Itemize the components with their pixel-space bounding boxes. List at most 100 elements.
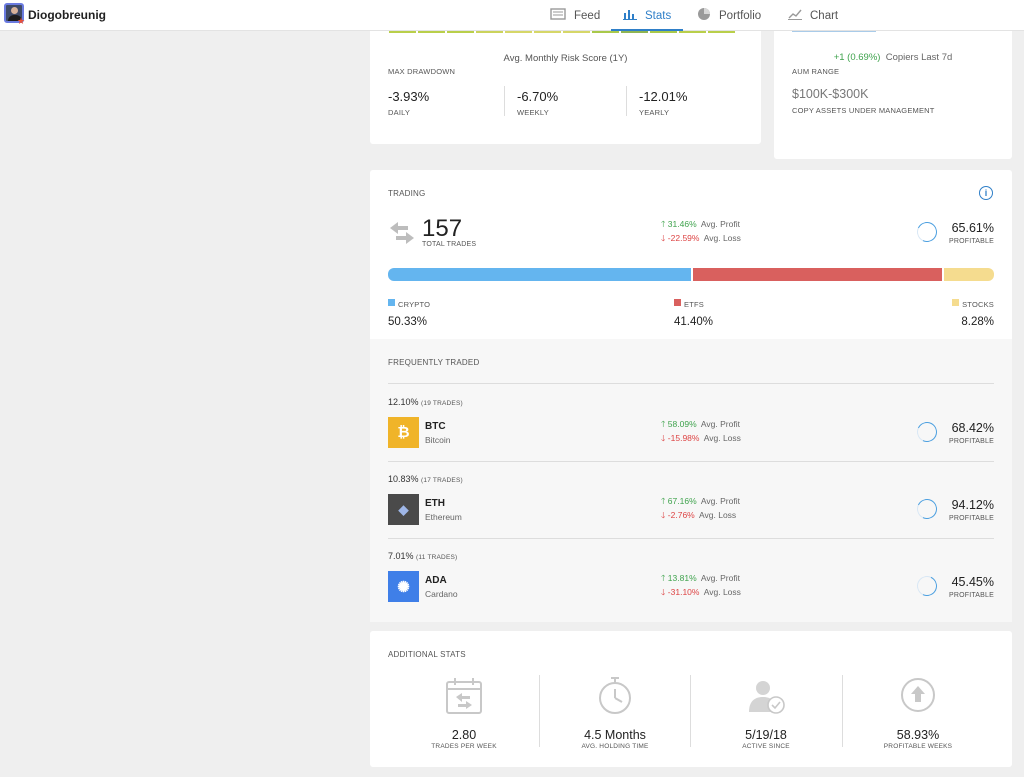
user-check-icon [691,676,841,721]
arrow-up-icon: 🡑 [661,219,666,229]
tab-portfolio-label: Portfolio [719,9,762,22]
divider [504,86,505,116]
frequently-traded-title: FREQUENTLY TRADED [388,358,480,367]
arrow-up-circle-icon [843,676,993,721]
tab-chart[interactable]: Chart [788,0,838,31]
breakdown-segment-etfs [692,268,942,281]
breakdown-segment-stocks [943,268,995,281]
chart-icon [788,8,802,23]
drawdown-weekly-value: -6.70% [517,89,559,104]
total-trades-value: 157 [422,215,463,242]
profitable-label: PROFITABLE [948,238,994,245]
top-bar: ★ Diogobreunig Feed Stats Portfolio Char… [0,0,1024,31]
username[interactable]: Diogobreunig [28,8,106,22]
risk-card [370,20,761,144]
copiers-change: +1 (0.69%) [833,52,881,63]
drawdown-daily-label: DAILY [388,108,411,117]
avg-loss-line: 🡓 -31.10% Avg. Loss [661,587,741,597]
list-item-share: 7.01% (11 TRADES) [388,551,458,561]
etfs-legend: ETFS 41.40% [674,294,713,328]
star-icon: ★ [17,16,26,26]
crypto-value: 50.33% [388,316,428,328]
avg-profit-line: 🡑 67.16% Avg. Profit [661,496,740,506]
stocks-legend-swatch [952,299,960,307]
stat-label: ACTIVE SINCE [742,743,790,750]
aum-caption: COPY ASSETS UNDER MANAGEMENT [792,106,935,115]
list-item-share: 10.83% (17 TRADES) [388,474,463,484]
asset-name: Cardano [425,589,458,599]
swap-arrows-icon [388,219,416,252]
ethereum-icon: ◆ [388,494,419,525]
stocks-legend-label: STOCKS [962,300,994,309]
divider [388,461,994,462]
feed-icon [550,8,566,23]
crypto-legend-label: CRYPTO [398,300,431,309]
profitable-label: PROFITABLE [948,592,994,599]
tab-feed[interactable]: Feed [550,0,600,31]
breakdown-segment-crypto [388,268,691,281]
avg-loss-value: -22.59% [667,233,700,243]
crypto-legend: CRYPTO 50.33% [388,294,430,328]
stat-active-since: 5/19/18 ACTIVE SINCE [691,676,841,750]
etfs-legend-label: ETFS [684,300,704,309]
etfs-value: 41.40% [674,316,714,328]
aum-value: $100K-$300K [792,87,869,101]
crypto-legend-swatch [388,299,395,307]
divider [388,383,994,384]
stat-value: 58.93% [896,728,940,742]
list-item-share: 12.10% (19 TRADES) [388,397,463,407]
tab-stats-label: Stats [645,9,672,22]
profitable-value: 68.42% [951,421,994,435]
info-icon[interactable]: i [979,186,993,200]
drawdown-daily-value: -3.93% [388,89,430,104]
stocks-legend: STOCKS 8.28% [930,294,994,328]
tab-stats[interactable]: Stats [610,0,684,31]
tab-portfolio[interactable]: Portfolio [697,0,761,31]
stocks-value: 8.28% [961,316,994,328]
max-drawdown-label: MAX DRAWDOWN [388,67,456,76]
profitable-label: PROFITABLE [948,515,994,522]
asset-name: Ethereum [425,512,462,522]
avg-loss-label: Avg. Loss [703,233,741,243]
profitable-label: PROFITABLE [948,438,994,445]
cardano-icon: ✺ [388,571,419,602]
trading-title: TRADING [388,189,426,198]
avg-loss-line: 🡓 -22.59% Avg. Loss [661,233,741,247]
copiers-line: +1 (0.69%) Copiers Last 7d [774,52,1012,63]
profitable-value: 45.45% [951,575,994,589]
profitable-value: 94.12% [951,498,994,512]
stat-value: 2.80 [451,728,477,742]
avg-loss-line: 🡓 -2.76% Avg. Loss [661,510,737,520]
stat-label: PROFITABLE WEEKS [883,743,953,750]
asset-symbol: ADA [425,575,447,586]
stat-label: AVG. HOLDING TIME [581,743,649,750]
drawdown-yearly-label: YEARLY [639,108,670,117]
tab-chart-label: Chart [810,9,839,22]
divider [388,538,994,539]
divider [626,86,627,116]
avg-profit-value: 31.46% [667,219,697,229]
tab-feed-label: Feed [574,9,601,22]
stats-icon [623,8,637,23]
avg-loss-line: 🡓 -15.98% Avg. Loss [661,433,741,443]
drawdown-yearly-value: -12.01% [639,89,688,104]
asset-symbol: BTC [425,421,446,432]
stat-profitable-weeks: 58.93% PROFITABLE WEEKS [843,676,993,750]
aum-range-label: AUM RANGE [792,67,840,76]
stat-value: 4.5 Months [584,728,646,742]
portfolio-icon [697,7,711,24]
stat-label: TRADES PER WEEK [431,743,497,750]
stat-trades-per-week: 2.80 TRADES PER WEEK [389,676,539,750]
bitcoin-icon: ₿ [388,417,419,448]
asset-name: Bitcoin [425,435,451,445]
risk-caption: Avg. Monthly Risk Score (1Y) [503,53,628,64]
drawdown-weekly-label: WEEKLY [517,108,549,117]
etfs-legend-swatch [674,299,681,307]
stat-avg-holding-time: 4.5 Months AVG. HOLDING TIME [540,676,690,750]
avg-profit-line: 🡑 31.46% Avg. Profit [661,219,740,233]
avg-profit-line: 🡑 58.09% Avg. Profit [661,419,740,429]
stat-value: 5/19/18 [745,728,787,742]
asset-symbol: ETH [425,498,445,509]
total-trades-label: TOTAL TRADES [422,241,477,248]
avg-profit-line: 🡑 13.81% Avg. Profit [661,573,740,583]
